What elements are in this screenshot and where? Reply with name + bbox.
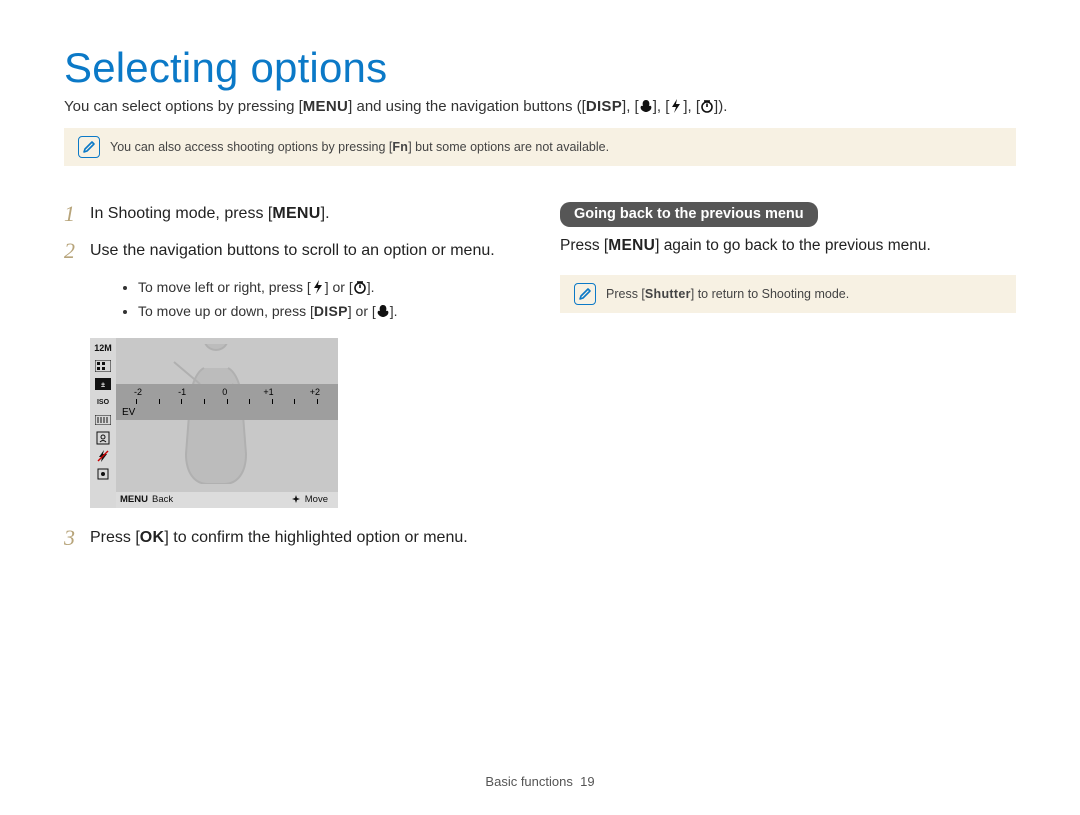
svg-text:±: ± [101,382,105,389]
page-title: Selecting options [64,44,1016,92]
lcd-left-icons: 12M ± ISO [90,338,116,508]
fn-button-label: Fn [392,140,408,154]
ev-slider-bar: -2 -1 0 +1 +2 EV [116,384,338,420]
camera-lcd-preview: 12M ± ISO -2 -1 [90,338,338,508]
rcol-pre: Press [ [560,237,608,254]
rcol-post: ] again to go back to the previous menu. [655,237,931,254]
page-footer: Basic functions 19 [0,774,1080,789]
step-1-pre: In Shooting mode, press [ [90,205,272,222]
intro-sep1: ], [ [622,98,639,115]
intro-pre: You can select options by pressing [ [64,98,303,115]
intro-line: You can select options by pressing [MENU… [64,98,1016,116]
intro-sep2: ], [ [653,98,670,115]
note-r-pre: Press [ [606,287,645,301]
b2-pre: To move up or down, press [ [138,303,314,319]
step-1-number: 1 [64,202,80,225]
ev-icon: ± [94,377,112,392]
step-2-bullets: To move left or right, press [ ] or []. T… [98,276,520,324]
note-right: Press [Shutter] to return to Shooting mo… [560,275,1016,313]
step-2-text: Use the navigation buttons to scroll to … [90,239,495,262]
menu-button-label: MENU [608,237,655,254]
intro-end: ]). [714,98,727,115]
intro-sep3: ], [ [683,98,700,115]
b1-or: ] or [ [325,279,353,295]
iso-icon: ISO [94,395,112,410]
right-column-text: Press [MENU] again to go back to the pre… [560,235,1016,257]
ok-button-label: OK [140,529,165,546]
step-3-post: ] to confirm the highlighted option or m… [164,529,467,546]
timer-icon [353,280,367,294]
ev-label: EV [122,407,135,418]
b2-post: ]. [390,303,398,319]
shutter-button-label: Shutter [645,287,691,301]
ev-mark: 0 [222,387,227,397]
dpad-icon [291,495,301,505]
disp-button-label: DISP [586,98,622,115]
step-3-pre: Press [ [90,529,140,546]
resolution-icon: 12M [94,341,112,356]
wb-icon [94,413,112,428]
note-right-text: Press [Shutter] to return to Shooting mo… [606,287,849,301]
focus-icon [94,467,112,482]
ev-mark: +1 [263,387,273,397]
flash-icon [669,99,683,113]
flash-off-icon [94,449,112,464]
ev-mark: -1 [178,387,186,397]
macro-icon [639,99,653,113]
b1-pre: To move left or right, press [ [138,279,311,295]
timer-icon [700,99,714,113]
lcd-footer: MENU Back Move [116,492,338,508]
note-top-text: You can also access shooting options by … [110,140,609,154]
flash-icon [311,280,325,294]
step-3-number: 3 [64,526,80,549]
right-column: Going back to the previous menu Press [M… [560,202,1016,563]
step-1-text: In Shooting mode, press [MENU]. [90,202,330,225]
disp-button-label: DISP [314,303,348,319]
lcd-footer-back: Back [148,494,173,505]
note-icon [574,283,596,305]
step-1-post: ]. [321,205,330,222]
intro-mid: ] and using the navigation buttons ([ [348,98,586,115]
menu-button-label: MENU [303,98,348,115]
note-top-pre: You can also access shooting options by … [110,140,392,154]
bullet-2: To move up or down, press [DISP] or []. [138,300,520,324]
footer-section: Basic functions [485,774,572,789]
menu-button-label: MENU [272,205,320,222]
note-top: You can also access shooting options by … [64,128,1016,166]
left-column: 1 In Shooting mode, press [MENU]. 2 Use … [64,202,520,563]
lcd-footer-move: Move [305,494,328,505]
macro-icon [376,304,390,318]
lcd-footer-menu: MENU [116,494,148,505]
quality-icon [94,359,112,374]
note-top-post: ] but some options are not available. [408,140,609,154]
ev-mark: +2 [310,387,320,397]
subsection-heading: Going back to the previous menu [560,202,818,227]
b1-post: ]. [367,279,375,295]
bullet-1: To move left or right, press [ ] or []. [138,276,520,300]
face-detect-icon [94,431,112,446]
step-3-text: Press [OK] to confirm the highlighted op… [90,526,468,549]
note-icon [78,136,100,158]
step-2-number: 2 [64,239,80,262]
ev-mark: -2 [134,387,142,397]
b2-or: ] or [ [348,303,376,319]
note-r-post: ] to return to Shooting mode. [691,287,849,301]
footer-page-number: 19 [580,774,594,789]
